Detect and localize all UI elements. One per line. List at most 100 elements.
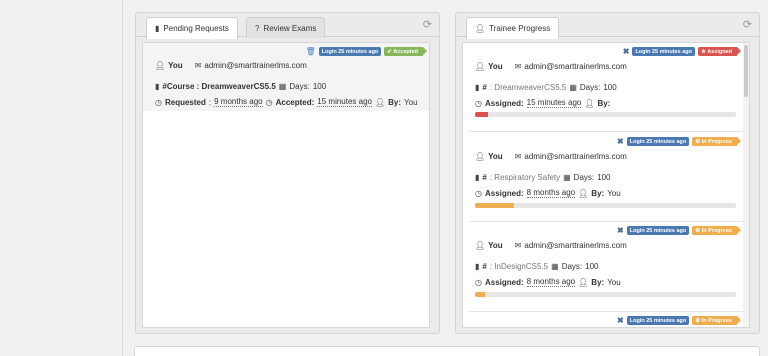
by-value: You — [404, 97, 418, 107]
envelope-icon: ✉ — [514, 62, 522, 71]
user-icon: 👤︎ — [475, 24, 486, 33]
status-badge: ⚙ In Progress — [692, 137, 741, 146]
request-meta-line: ◷ Requested : 9 months ago ◷ Accepted: 1… — [155, 97, 418, 107]
assigned-time: 8 months ago — [526, 277, 576, 287]
days-value: 100 — [585, 262, 599, 271]
status-badge: ⚙ In Progress — [692, 316, 741, 325]
course-prefix: # — [482, 83, 487, 92]
trainee-progress-list: ✖ Login 25 minutes ago ★ Assigned 👤︎ You… — [462, 42, 750, 328]
book-icon: ▮ — [475, 173, 480, 182]
trainee-user-line: 👤︎ You ✉ admin@smarttrainerlms.com — [475, 62, 627, 71]
clock-icon: ◷ — [475, 188, 482, 198]
sidebar-divider — [122, 0, 123, 356]
trainee-card: ✖ Login 25 minutes ago ⚙ In Progress 👤︎ … — [463, 222, 749, 312]
envelope-icon: ✉ — [514, 152, 522, 161]
status-badge: ⚙ In Progress — [692, 226, 741, 235]
tab-label: Trainee Progress — [489, 24, 551, 33]
scrollbar-thumb[interactable] — [744, 45, 748, 97]
question-circle-icon: ? — [255, 23, 260, 33]
days-label: Days: — [561, 262, 583, 271]
book-icon: ▮ — [155, 24, 160, 33]
assigned-label: Assigned: — [484, 188, 524, 198]
progress-bar — [475, 112, 736, 117]
user-name: You — [488, 152, 503, 161]
user-icon: 👤︎ — [374, 97, 386, 107]
close-icon[interactable]: ✖ — [617, 137, 624, 146]
user-name: You — [488, 62, 503, 71]
book-icon: ▮ — [475, 83, 480, 92]
request-card: 🗑 Login 25 minutes ago ✔ Accepted 👤︎ You… — [143, 43, 429, 111]
trash-icon[interactable]: 🗑 — [306, 47, 316, 56]
divider — [469, 131, 743, 132]
requested-label: Requested — [164, 97, 206, 107]
progress-fill — [475, 203, 515, 208]
clock-icon: ◷ — [475, 277, 482, 287]
request-course-line: ▮ #Course : DreamweaverCS5.5 ▦ Days: 100 — [155, 82, 326, 91]
by-label: By: — [591, 277, 605, 287]
user-icon: 👤︎ — [155, 61, 166, 70]
days-value: 100 — [597, 173, 611, 182]
clock-icon: ◷ — [155, 97, 162, 107]
calendar-icon: ▦ — [563, 173, 571, 182]
course-name[interactable]: : Respiratory Safety — [490, 173, 560, 182]
panel-header: ▮ Pending Requests ? Review Exams ⟳ — [136, 13, 439, 39]
trainee-meta-line: ◷ Assigned: 8 months ago 👤︎ By: You — [475, 277, 621, 287]
pending-requests-list: 🗑 Login 25 minutes ago ✔ Accepted 👤︎ You… — [142, 42, 430, 328]
by-label: By: — [597, 98, 611, 108]
user-icon: 👤︎ — [475, 62, 486, 71]
course-prefix: # — [482, 173, 487, 182]
user-email: admin@smarttrainerlms.com — [204, 61, 307, 70]
login-badge: Login 25 minutes ago — [626, 316, 690, 325]
book-icon: ▮ — [475, 262, 480, 271]
user-email: admin@smarttrainerlms.com — [524, 152, 627, 161]
user-icon: 👤︎ — [475, 152, 486, 161]
panel-header: 👤︎ Trainee Progress ⟳ — [456, 13, 759, 39]
tab-trainee-progress[interactable]: 👤︎ Trainee Progress — [466, 17, 560, 39]
user-email: admin@smarttrainerlms.com — [524, 62, 627, 71]
calendar-icon: ▦ — [551, 262, 559, 271]
login-badge: Login 25 minutes ago — [626, 226, 690, 235]
request-user-line: 👤︎ You ✉ admin@smarttrainerlms.com — [155, 61, 307, 70]
trainee-progress-panel: 👤︎ Trainee Progress ⟳ ✖ Login 25 minutes… — [455, 12, 760, 334]
scrollbar[interactable] — [743, 43, 749, 327]
course-name: #Course : DreamweaverCS5.5 — [162, 82, 276, 91]
trainee-meta-line: ◷ Assigned: 15 minutes ago 👤︎ By: — [475, 98, 613, 108]
trainee-badges: ✖ Login 25 minutes ago ⚙ In Progress — [617, 226, 741, 235]
user-icon: 👤︎ — [475, 241, 486, 250]
user-name: You — [488, 241, 503, 250]
status-badge: ★ Assigned — [697, 47, 742, 56]
request-badges: 🗑 Login 25 minutes ago ✔ Accepted — [306, 47, 427, 56]
course-name[interactable]: : InDesignCS5.5 — [490, 262, 548, 271]
accepted-badge: ✔ Accepted — [384, 47, 427, 56]
by-value: You — [607, 277, 621, 287]
close-icon[interactable]: ✖ — [617, 316, 624, 325]
tab-label: Review Exams — [263, 23, 317, 33]
tab-pending-requests[interactable]: ▮ Pending Requests — [146, 17, 238, 39]
tab-review-exams[interactable]: ? Review Exams — [246, 17, 326, 38]
trainee-user-line: 👤︎ You ✉ admin@smarttrainerlms.com — [475, 152, 627, 161]
days-value: 100 — [312, 82, 327, 91]
assigned-label: Assigned: — [484, 98, 524, 108]
close-icon[interactable]: ✖ — [623, 47, 630, 56]
assigned-time: 8 months ago — [526, 188, 576, 198]
refresh-icon[interactable]: ⟳ — [743, 18, 752, 31]
close-icon[interactable]: ✖ — [617, 226, 624, 235]
course-prefix: # — [482, 262, 487, 271]
calendar-icon: ▦ — [278, 82, 287, 91]
course-name[interactable]: : DreamweaverCS5.5 — [490, 83, 566, 92]
tab-label: Pending Requests — [163, 24, 229, 33]
trainee-card: ✖ Login 25 minutes ago ★ Assigned 👤︎ You… — [463, 43, 749, 133]
refresh-icon[interactable]: ⟳ — [423, 18, 432, 31]
login-badge: Login 25 minutes ago — [632, 47, 695, 56]
days-label: Days: — [573, 173, 595, 182]
login-badge: Login 25 minutes ago — [626, 137, 690, 146]
book-icon: ▮ — [155, 82, 160, 91]
progress-bar — [475, 203, 736, 208]
by-value: You — [607, 188, 621, 198]
requested-time: 9 months ago — [214, 97, 263, 107]
pending-requests-panel: ▮ Pending Requests ? Review Exams ⟳ 🗑 Lo… — [135, 12, 440, 334]
trainee-course-line: ▮ # : Respiratory Safety ▦ Days: 100 — [475, 173, 610, 182]
by-label: By: — [591, 188, 605, 198]
envelope-icon: ✉ — [514, 241, 522, 250]
days-label: Days: — [289, 82, 310, 91]
